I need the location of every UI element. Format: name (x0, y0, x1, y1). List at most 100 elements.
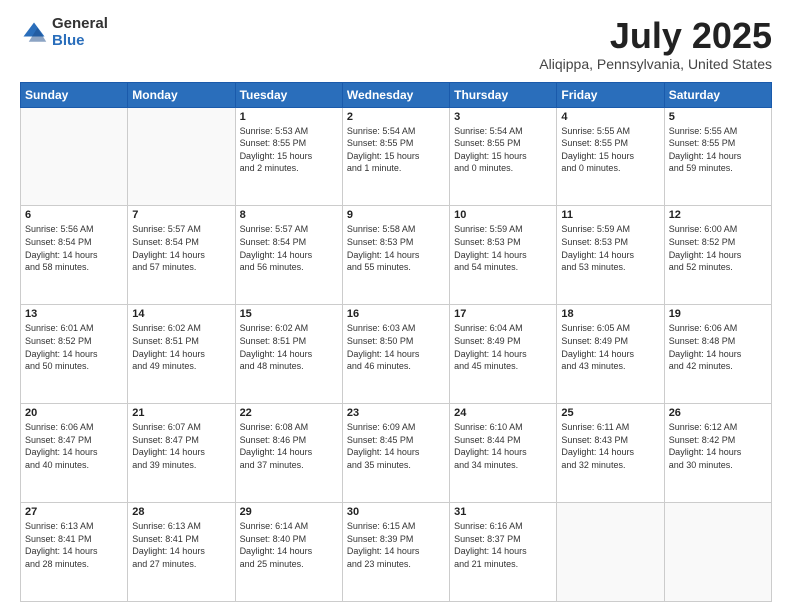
day-number: 13 (25, 308, 123, 320)
calendar-cell: 20 Sunrise: 6:06 AM Sunset: 8:47 PM Dayli… (21, 404, 128, 503)
calendar-cell: 7 Sunrise: 5:57 AM Sunset: 8:54 PM Daylig… (128, 206, 235, 305)
day-number: 5 (669, 111, 767, 123)
calendar-cell: 15Sunrise: 6:02 AM Sunset: 8:51 PM Dayli… (235, 305, 342, 404)
day-info: Sunrise: 6:14 AM Sunset: 8:40 PM Dayligh… (240, 520, 338, 570)
day-info: Sunrise: 6:12 AM Sunset: 8:42 PM Dayligh… (669, 421, 767, 471)
day-info: Sunrise: 5:58 AM Sunset: 8:53 PM Dayligh… (347, 223, 445, 273)
day-number: 26 (669, 407, 767, 419)
day-info: Sunrise: 6:06 AM Sunset: 8:48 PM Dayligh… (669, 322, 767, 372)
day-info: Sunrise: 5:55 AM Sunset: 8:55 PM Dayligh… (561, 125, 659, 175)
calendar-cell (664, 503, 771, 602)
calendar-cell: 28Sunrise: 6:13 AM Sunset: 8:41 PM Dayli… (128, 503, 235, 602)
calendar-week-3: 13 Sunrise: 6:01 AM Sunset: 8:52 PM Dayli… (21, 305, 772, 404)
calendar-cell: 30 Sunrise: 6:15 AM Sunset: 8:39 PM Dayli… (342, 503, 449, 602)
calendar-cell: 14Sunrise: 6:02 AM Sunset: 8:51 PM Dayli… (128, 305, 235, 404)
calendar-cell: 17Sunrise: 6:04 AM Sunset: 8:49 PM Dayli… (450, 305, 557, 404)
day-number: 30 (347, 506, 445, 518)
calendar-cell (128, 107, 235, 206)
day-number: 3 (454, 111, 552, 123)
calendar-cell: 29 Sunrise: 6:14 AM Sunset: 8:40 PM Dayli… (235, 503, 342, 602)
day-info: Sunrise: 6:10 AM Sunset: 8:44 PM Dayligh… (454, 421, 552, 471)
calendar-header-monday: Monday (128, 82, 235, 107)
calendar-week-1: 1Sunrise: 5:53 AM Sunset: 8:55 PM Daylig… (21, 107, 772, 206)
day-info: Sunrise: 6:13 AM Sunset: 8:41 PM Dayligh… (132, 520, 230, 570)
title-month: July 2025 (539, 16, 772, 56)
calendar-cell: 18 Sunrise: 6:05 AM Sunset: 8:49 PM Dayli… (557, 305, 664, 404)
logo-blue: Blue (52, 33, 108, 50)
title-location: Aliqippa, Pennsylvania, United States (539, 56, 772, 72)
calendar-week-5: 27 Sunrise: 6:13 AM Sunset: 8:41 PM Dayli… (21, 503, 772, 602)
day-info: Sunrise: 5:55 AM Sunset: 8:55 PM Dayligh… (669, 125, 767, 175)
calendar-cell: 8 Sunrise: 5:57 AM Sunset: 8:54 PM Daylig… (235, 206, 342, 305)
day-number: 17 (454, 308, 552, 320)
day-info: Sunrise: 5:54 AM Sunset: 8:55 PM Dayligh… (454, 125, 552, 175)
calendar-cell: 25 Sunrise: 6:11 AM Sunset: 8:43 PM Dayli… (557, 404, 664, 503)
day-number: 25 (561, 407, 659, 419)
day-number: 24 (454, 407, 552, 419)
calendar-cell: 11 Sunrise: 5:59 AM Sunset: 8:53 PM Dayli… (557, 206, 664, 305)
calendar-cell: 13 Sunrise: 6:01 AM Sunset: 8:52 PM Dayli… (21, 305, 128, 404)
day-info: Sunrise: 6:13 AM Sunset: 8:41 PM Dayligh… (25, 520, 123, 570)
calendar-cell: 12 Sunrise: 6:00 AM Sunset: 8:52 PM Dayli… (664, 206, 771, 305)
calendar-week-4: 20 Sunrise: 6:06 AM Sunset: 8:47 PM Dayli… (21, 404, 772, 503)
calendar-header-wednesday: Wednesday (342, 82, 449, 107)
calendar-header-thursday: Thursday (450, 82, 557, 107)
day-number: 12 (669, 209, 767, 221)
calendar-cell: 19 Sunrise: 6:06 AM Sunset: 8:48 PM Dayli… (664, 305, 771, 404)
day-number: 18 (561, 308, 659, 320)
calendar-header-tuesday: Tuesday (235, 82, 342, 107)
day-info: Sunrise: 6:01 AM Sunset: 8:52 PM Dayligh… (25, 322, 123, 372)
day-info: Sunrise: 6:06 AM Sunset: 8:47 PM Dayligh… (25, 421, 123, 471)
calendar-cell: 3 Sunrise: 5:54 AM Sunset: 8:55 PM Daylig… (450, 107, 557, 206)
day-number: 14 (132, 308, 230, 320)
calendar-cell: 10Sunrise: 5:59 AM Sunset: 8:53 PM Dayli… (450, 206, 557, 305)
day-number: 4 (561, 111, 659, 123)
day-number: 8 (240, 209, 338, 221)
logo: General Blue (20, 16, 108, 49)
calendar-cell: 2 Sunrise: 5:54 AM Sunset: 8:55 PM Daylig… (342, 107, 449, 206)
calendar-header-sunday: Sunday (21, 82, 128, 107)
day-info: Sunrise: 5:56 AM Sunset: 8:54 PM Dayligh… (25, 223, 123, 273)
day-info: Sunrise: 5:59 AM Sunset: 8:53 PM Dayligh… (561, 223, 659, 273)
day-info: Sunrise: 6:05 AM Sunset: 8:49 PM Dayligh… (561, 322, 659, 372)
day-info: Sunrise: 5:57 AM Sunset: 8:54 PM Dayligh… (132, 223, 230, 273)
calendar-cell: 9Sunrise: 5:58 AM Sunset: 8:53 PM Daylig… (342, 206, 449, 305)
day-info: Sunrise: 6:07 AM Sunset: 8:47 PM Dayligh… (132, 421, 230, 471)
day-info: Sunrise: 6:00 AM Sunset: 8:52 PM Dayligh… (669, 223, 767, 273)
day-number: 7 (132, 209, 230, 221)
calendar-table: SundayMondayTuesdayWednesdayThursdayFrid… (20, 82, 772, 602)
day-info: Sunrise: 6:08 AM Sunset: 8:46 PM Dayligh… (240, 421, 338, 471)
day-info: Sunrise: 6:15 AM Sunset: 8:39 PM Dayligh… (347, 520, 445, 570)
day-info: Sunrise: 5:57 AM Sunset: 8:54 PM Dayligh… (240, 223, 338, 273)
day-info: Sunrise: 6:11 AM Sunset: 8:43 PM Dayligh… (561, 421, 659, 471)
calendar-header-row: SundayMondayTuesdayWednesdayThursdayFrid… (21, 82, 772, 107)
day-number: 29 (240, 506, 338, 518)
calendar-cell (557, 503, 664, 602)
day-number: 2 (347, 111, 445, 123)
calendar-cell: 4 Sunrise: 5:55 AM Sunset: 8:55 PM Daylig… (557, 107, 664, 206)
calendar-week-2: 6Sunrise: 5:56 AM Sunset: 8:54 PM Daylig… (21, 206, 772, 305)
calendar-cell: 23 Sunrise: 6:09 AM Sunset: 8:45 PM Dayli… (342, 404, 449, 503)
day-number: 27 (25, 506, 123, 518)
calendar-cell: 6Sunrise: 5:56 AM Sunset: 8:54 PM Daylig… (21, 206, 128, 305)
day-number: 31 (454, 506, 552, 518)
calendar-cell: 26 Sunrise: 6:12 AM Sunset: 8:42 PM Dayli… (664, 404, 771, 503)
day-number: 23 (347, 407, 445, 419)
day-info: Sunrise: 5:59 AM Sunset: 8:53 PM Dayligh… (454, 223, 552, 273)
calendar-cell: 24 Sunrise: 6:10 AM Sunset: 8:44 PM Dayli… (450, 404, 557, 503)
logo-general: General (52, 16, 108, 33)
day-info: Sunrise: 6:09 AM Sunset: 8:45 PM Dayligh… (347, 421, 445, 471)
calendar-cell: 31 Sunrise: 6:16 AM Sunset: 8:37 PM Dayli… (450, 503, 557, 602)
day-number: 11 (561, 209, 659, 221)
calendar-cell: 1Sunrise: 5:53 AM Sunset: 8:55 PM Daylig… (235, 107, 342, 206)
calendar-cell: 21Sunrise: 6:07 AM Sunset: 8:47 PM Dayli… (128, 404, 235, 503)
day-info: Sunrise: 6:02 AM Sunset: 8:51 PM Dayligh… (240, 322, 338, 372)
day-info: Sunrise: 6:03 AM Sunset: 8:50 PM Dayligh… (347, 322, 445, 372)
day-info: Sunrise: 5:54 AM Sunset: 8:55 PM Dayligh… (347, 125, 445, 175)
logo-icon (20, 19, 48, 47)
day-info: Sunrise: 6:16 AM Sunset: 8:37 PM Dayligh… (454, 520, 552, 570)
day-number: 20 (25, 407, 123, 419)
calendar-cell: 22Sunrise: 6:08 AM Sunset: 8:46 PM Dayli… (235, 404, 342, 503)
calendar-cell: 16Sunrise: 6:03 AM Sunset: 8:50 PM Dayli… (342, 305, 449, 404)
day-number: 19 (669, 308, 767, 320)
